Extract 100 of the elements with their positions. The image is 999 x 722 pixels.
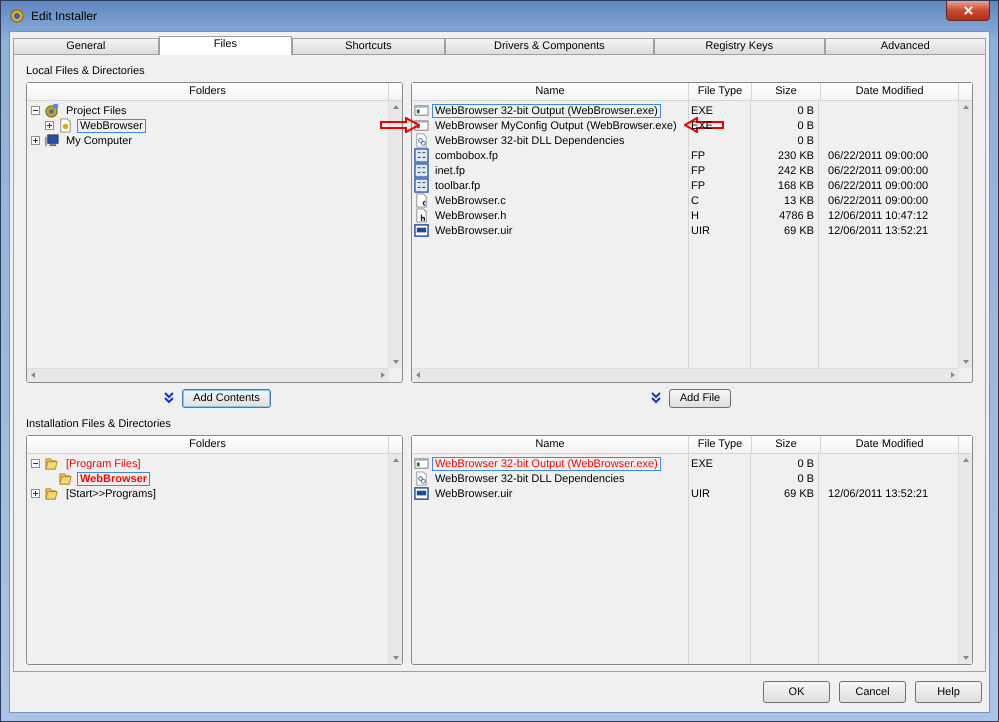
dialog-button[interactable]: Help — [915, 681, 982, 703]
tab[interactable]: General — [13, 38, 159, 54]
tree-item[interactable]: WebBrowser — [77, 472, 150, 486]
column-header: Size — [752, 436, 821, 453]
scroll-up-icon[interactable] — [392, 103, 400, 111]
panel-icon — [414, 148, 429, 163]
window-icon — [414, 103, 429, 118]
dialog-button[interactable]: Cancel — [839, 681, 906, 703]
tab[interactable]: Advanced — [824, 38, 986, 54]
folder-icon — [44, 486, 59, 501]
date-modified: 06/22/2011 09:00:00 — [828, 180, 928, 192]
expander-icon[interactable] — [31, 489, 40, 498]
file-size: 0 B — [797, 104, 814, 116]
double-chevron-icon[interactable] — [650, 392, 661, 404]
window-icon — [414, 456, 429, 471]
date-modified: 06/22/2011 09:00:00 — [828, 150, 928, 162]
date-modified: 12/06/2011 13:52:21 — [828, 224, 928, 236]
scroll-up-icon[interactable] — [962, 103, 970, 111]
tab[interactable]: Files — [158, 36, 292, 55]
tree-item[interactable]: Project Files — [63, 104, 130, 118]
scroll-left-icon[interactable] — [29, 371, 37, 379]
file-name[interactable]: inet.fp — [432, 164, 468, 178]
date-modified: 06/22/2011 09:00:00 — [828, 194, 928, 206]
ui-file-icon — [414, 223, 429, 238]
expander-icon[interactable] — [31, 459, 40, 468]
panel-icon — [414, 163, 429, 178]
panel-icon — [414, 178, 429, 193]
add-button[interactable]: Add File — [668, 388, 732, 408]
file-type: FP — [691, 164, 706, 176]
file-name[interactable]: WebBrowser.uir — [432, 224, 516, 238]
scroll-right-icon[interactable] — [379, 371, 387, 379]
file-size: 230 KB — [778, 150, 814, 162]
folder-icon — [58, 471, 73, 486]
file-name[interactable]: WebBrowser MyConfig Output (WebBrowser.exe) — [432, 118, 680, 132]
close-icon — [962, 5, 974, 16]
file-name[interactable]: WebBrowser.uir — [432, 486, 516, 500]
file-name[interactable]: WebBrowser 32-bit DLL Dependencies — [432, 134, 628, 148]
column-header: Folders — [27, 83, 389, 100]
ui-file-icon — [414, 486, 429, 501]
tree-item[interactable]: [Program Files] — [63, 456, 144, 470]
section-label: Local Files & Directories — [26, 64, 146, 79]
tab[interactable]: Drivers & Components — [444, 38, 654, 54]
file-size: 13 KB — [784, 194, 814, 206]
scroll-left-icon[interactable] — [414, 371, 422, 379]
tree-item[interactable]: My Computer — [63, 134, 136, 148]
column-header: File Type — [689, 83, 752, 100]
file-size: 69 KB — [784, 224, 814, 236]
file-type: EXE — [691, 458, 714, 470]
expander-icon[interactable] — [31, 136, 40, 145]
document-icon — [58, 118, 73, 133]
scroll-down-icon[interactable] — [392, 358, 400, 366]
tree-item[interactable]: [Start>>Programs] — [63, 486, 159, 500]
scroll-up-icon[interactable] — [962, 456, 970, 464]
close-button[interactable] — [946, 1, 990, 21]
file-type: FP — [691, 180, 706, 192]
file-size: 0 B — [797, 458, 814, 470]
source-file-icon — [414, 208, 429, 223]
links-icon — [414, 133, 429, 148]
file-name[interactable]: WebBrowser 32-bit Output (WebBrowser.exe) — [432, 104, 661, 118]
scroll-up-icon[interactable] — [392, 456, 400, 464]
column-header: Date Modified — [821, 83, 959, 100]
project-icon — [44, 103, 59, 118]
file-size: 0 B — [797, 134, 814, 146]
scroll-down-icon[interactable] — [392, 654, 400, 662]
app-icon — [9, 8, 25, 24]
double-chevron-icon[interactable] — [164, 392, 174, 404]
tree-item[interactable]: WebBrowser — [77, 118, 146, 132]
file-name[interactable]: WebBrowser 32-bit Output (WebBrowser.exe) — [432, 456, 661, 470]
file-name[interactable]: combobox.fp — [432, 148, 501, 162]
dialog-button[interactable]: OK — [763, 681, 830, 703]
expander-icon[interactable] — [31, 106, 40, 115]
file-type: C — [691, 194, 699, 206]
links-icon — [414, 471, 429, 486]
date-modified: 12/06/2011 10:47:12 — [828, 210, 928, 222]
date-modified: 12/06/2011 13:52:21 — [828, 488, 928, 500]
source-file-icon — [414, 193, 429, 208]
column-header: Size — [752, 83, 821, 100]
file-size: 4786 B — [779, 210, 814, 222]
file-name[interactable]: WebBrowser 32-bit DLL Dependencies — [432, 472, 628, 486]
add-button[interactable]: Add Contents — [182, 388, 271, 408]
file-type: UIR — [691, 488, 710, 500]
scroll-right-icon[interactable] — [949, 371, 957, 379]
column-header: Name — [412, 83, 689, 100]
scroll-down-icon[interactable] — [962, 654, 970, 662]
file-size: 0 B — [797, 120, 814, 132]
tab[interactable]: Shortcuts — [292, 38, 445, 54]
file-name[interactable]: WebBrowser.c — [432, 194, 509, 208]
column-header: Folders — [27, 436, 389, 453]
file-name[interactable]: WebBrowser.h — [432, 208, 510, 222]
section-label: Installation Files & Directories — [26, 417, 172, 432]
column-header: Date Modified — [821, 436, 959, 453]
file-type: FP — [691, 150, 706, 162]
file-size: 69 KB — [784, 488, 814, 500]
column-header: File Type — [689, 436, 752, 453]
file-type: EXE — [691, 104, 714, 116]
folder-icon — [44, 456, 59, 471]
scroll-down-icon[interactable] — [962, 358, 970, 366]
expander-icon[interactable] — [45, 121, 54, 130]
tab[interactable]: Registry Keys — [654, 38, 824, 54]
file-name[interactable]: toolbar.fp — [432, 178, 484, 192]
